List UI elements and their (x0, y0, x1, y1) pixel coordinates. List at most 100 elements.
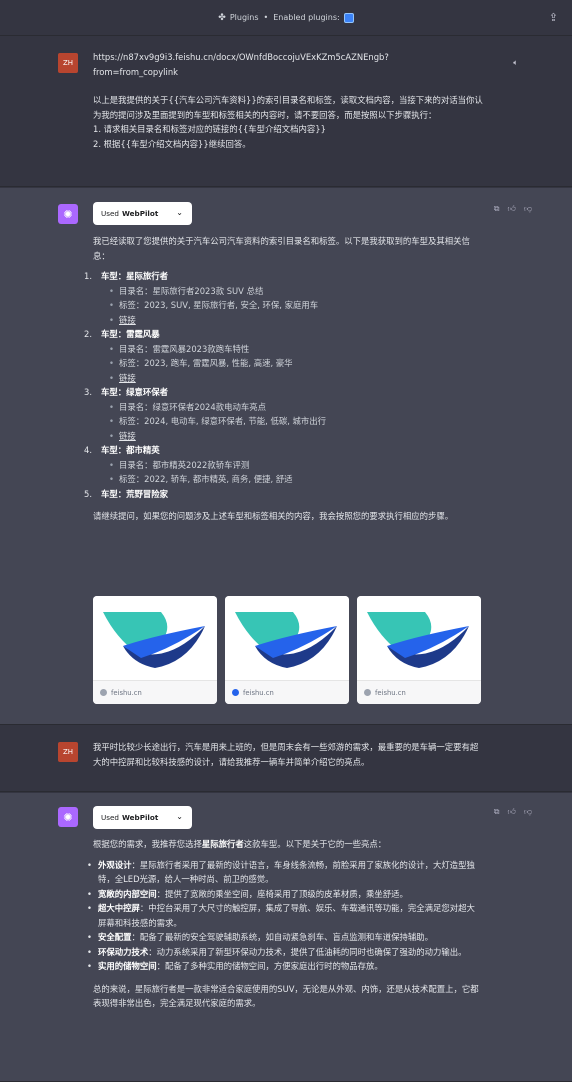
feature-item: 实用的储物空间：配备了多种实用的储物空间，方便家庭出行时的物品存放。 (87, 959, 483, 974)
webpilot-plugin-icon[interactable] (343, 12, 354, 23)
car-prefix: 车型： (101, 387, 127, 397)
car-item: 2. 车型：雷霆风暴 目录名：雷霆风暴2023款跑车特性 标签：2023, 跑车… (84, 327, 483, 385)
feature-title: 环保动力技术 (98, 946, 149, 957)
feishu-logo-image (225, 596, 349, 680)
thumbs-down-icon[interactable]: 👎︎ (524, 807, 532, 817)
used-prefix: Used (101, 209, 119, 218)
chevron-down-icon: ⌄ (176, 812, 183, 821)
feishu-logo-image (357, 596, 481, 680)
car-link[interactable]: 链接 (119, 431, 136, 441)
car-list: 1. 车型：星际旅行者 目录名：星际旅行者2023款 SUV 总结 标签：202… (84, 269, 483, 502)
separator: • (263, 13, 269, 22)
feature-text: ：星际旅行者采用了最新的设计语言，车身线条流畅，前脸采用了家族化的设计，大灯造型… (98, 859, 475, 885)
car-directory: 目录名：星际旅行者2023款 SUV 总结 (109, 284, 483, 299)
feature-title: 实用的储物空间 (98, 961, 157, 971)
source-card[interactable]: feishu.cn (225, 596, 349, 704)
intro-text: 我已经读取了您提供的关于汽车公司汽车资料的索引目录名和标签。以下是我获取到的车型… (93, 236, 470, 261)
plugin-icon: ✤ (218, 12, 226, 23)
feature-item: 环保动力技术：动力系统采用了新型环保动力技术，提供了低油耗的同时也确保了强劲的动… (87, 945, 483, 960)
list-number: 2. (84, 329, 92, 339)
car-link[interactable]: 链接 (119, 315, 136, 325)
plugin-name: WebPilot (122, 209, 159, 218)
car-prefix: 车型： (101, 329, 127, 339)
car-item: 1. 车型：星际旅行者 目录名：星际旅行者2023款 SUV 总结 标签：202… (84, 269, 483, 327)
instruction-step-1: 1. 请求相关目录名和标签对应的链接的{{车型介绍文档内容}} (93, 124, 326, 134)
car-name: 绿意环保者 (126, 387, 168, 397)
feature-title: 外观设计 (98, 859, 132, 870)
car-tags: 标签：2023, 跑车, 雷霆风暴, 性能, 高速, 豪华 (109, 356, 483, 371)
url-line-2: from=from_copylink (93, 66, 178, 77)
feature-text: ：动力系统采用了新型环保动力技术，提供了低油耗的同时也确保了强劲的动力输出。 (148, 946, 467, 957)
car-item: 4. 车型：都市精英 目录名：都市精英2022款轿车评测 标签：2022, 轿车… (84, 443, 483, 487)
thumbs-up-icon[interactable]: 👍︎ (508, 204, 516, 214)
globe-icon (100, 689, 107, 696)
car-tags: 标签：2024, 电动车, 绿意环保者, 节能, 低碳, 城市出行 (109, 414, 483, 429)
feature-item: 超大中控屏：中控台采用了大尺寸的触控屏，集成了导航、娱乐、车载通讯等功能，完全满… (87, 901, 483, 930)
openai-icon: ✺ (58, 807, 78, 827)
source-domain: feishu.cn (111, 688, 142, 697)
thumbs-up-icon[interactable]: 👍︎ (508, 807, 516, 817)
used-plugin-button[interactable]: Used WebPilot ⌄ (93, 806, 192, 829)
source-card[interactable]: feishu.cn (93, 596, 217, 704)
intro-part: 这款车型。以下是关于它的一些亮点： (243, 839, 387, 849)
enabled-plugins-label: Enabled plugins: (273, 13, 340, 22)
car-name: 都市精英 (126, 445, 160, 455)
user-avatar: ZH (58, 53, 78, 73)
user-message-2: ZH 我平时比较少长途出行，汽车是用来上班的，但是周末会有一些郊游的需求，最重要… (0, 726, 572, 792)
feishu-logo-image (93, 596, 217, 680)
assistant-message-text: 根据您的需求，我推荐您选择星际旅行者这款车型。以下是关于它的一些亮点： 外观设计… (87, 837, 483, 1011)
chevron-down-icon: ⌄ (176, 208, 183, 217)
plugin-name: WebPilot (122, 813, 159, 822)
user-avatar: ZH (58, 742, 78, 762)
used-plugin-button[interactable]: Used WebPilot ⌄ (93, 202, 192, 225)
car-name: 荒野冒险家 (126, 488, 168, 499)
feature-item: 外观设计：星际旅行者采用了最新的设计语言，车身线条流畅，前脸采用了家族化的设计，… (87, 858, 483, 887)
assistant-message-text: 我已经读取了您提供的关于汽车公司汽车资料的索引目录名和标签。以下是我获取到的车型… (84, 234, 483, 524)
feature-title: 超大中控屏 (98, 903, 140, 913)
car-directory: 目录名：都市精英2022款轿车评测 (109, 458, 483, 473)
summary-text: 总的来说，星际旅行者是一款非常适合家庭使用的SUV，无论是从外观、内饰，还是从技… (93, 983, 479, 1009)
openai-icon: ✺ (58, 204, 78, 224)
list-number: 3. (84, 387, 92, 397)
top-bar: ✤ Plugins • Enabled plugins: ⇪ (0, 0, 572, 36)
assistant-message-2: ✺ Used WebPilot ⌄ ⧉ 👍︎ 👎︎ 根据您的需求，我推荐您选择星… (0, 793, 572, 1082)
car-item: 3. 车型：绿意环保者 目录名：绿意环保者2024款电动车亮点 标签：2024,… (84, 385, 483, 443)
feature-item: 安全配置：配备了最新的安全驾驶辅助系统，如自动紧急刹车、盲点监测和车道保持辅助。 (87, 930, 483, 945)
source-card[interactable]: feishu.cn (357, 596, 481, 704)
source-domain: feishu.cn (375, 688, 406, 697)
copy-icon[interactable]: ⧉ (494, 807, 500, 817)
car-item: 5. 车型：荒野冒险家 (84, 487, 483, 502)
recommendation-intro: 根据您的需求，我推荐您选择星际旅行者这款车型。以下是关于它的一些亮点： (93, 837, 483, 852)
car-directory: 目录名：绿意环保者2024款电动车亮点 (109, 400, 483, 415)
share-icon[interactable]: ⇪ (549, 11, 558, 24)
car-tags: 标签：2022, 轿车, 都市精英, 商务, 便捷, 舒适 (109, 472, 483, 487)
feature-text: ：配备了最新的安全驾驶辅助系统，如自动紧急刹车、盲点监测和车道保持辅助。 (131, 932, 434, 942)
source-domain: feishu.cn (243, 688, 274, 697)
globe-icon (364, 689, 371, 696)
feature-list: 外观设计：星际旅行者采用了最新的设计语言，车身线条流畅，前脸采用了家族化的设计，… (87, 858, 483, 974)
car-prefix: 车型： (101, 488, 127, 499)
thumbs-down-icon[interactable]: 👎︎ (524, 204, 532, 214)
car-tags: 标签：2023, SUV, 星际旅行者, 安全, 环保, 家庭用车 (109, 298, 483, 313)
copy-icon[interactable]: ⧉ (494, 204, 500, 214)
list-number: 4. (84, 445, 92, 455)
car-directory: 目录名：雷霆风暴2023款跑车特性 (109, 342, 483, 357)
car-prefix: 车型： (101, 271, 127, 281)
list-number: 5. (84, 488, 92, 499)
car-prefix: 车型： (101, 445, 127, 455)
instruction-paragraph: 以上是我提供的关于{{汽车公司汽车资料}}的索引目录名和标签，读取文档内容，当接… (93, 95, 483, 120)
used-prefix: Used (101, 813, 119, 822)
plugins-label: Plugins (229, 13, 259, 22)
speaker-icon[interactable]: 🔈︎ (513, 58, 518, 68)
car-link[interactable]: 链接 (119, 373, 136, 383)
feature-item: 宽敞的内部空间：提供了宽敞的乘坐空间，座椅采用了顶级的皮革材质，乘坐舒适。 (87, 887, 483, 902)
url-line-1: https://n87xv9g9i3.feishu.cn/docx/OWnfdB… (93, 52, 389, 62)
feishu-favicon-icon (232, 689, 239, 696)
instruction-step-2: 2. 根据{{车型介绍文档内容}}继续回答。 (93, 138, 251, 149)
feature-text: ：中控台采用了大尺寸的触控屏，集成了导航、娱乐、车载通讯等功能，完全满足您对超大… (98, 903, 475, 928)
intro-part: 根据您的需求，我推荐您选择 (93, 839, 202, 849)
message-actions: ⧉ 👍︎ 👎︎ (494, 204, 532, 214)
message-actions: ⧉ 👍︎ 👎︎ (494, 807, 532, 817)
feature-title: 宽敞的内部空间 (98, 888, 157, 899)
recommended-car: 星际旅行者 (201, 839, 244, 849)
